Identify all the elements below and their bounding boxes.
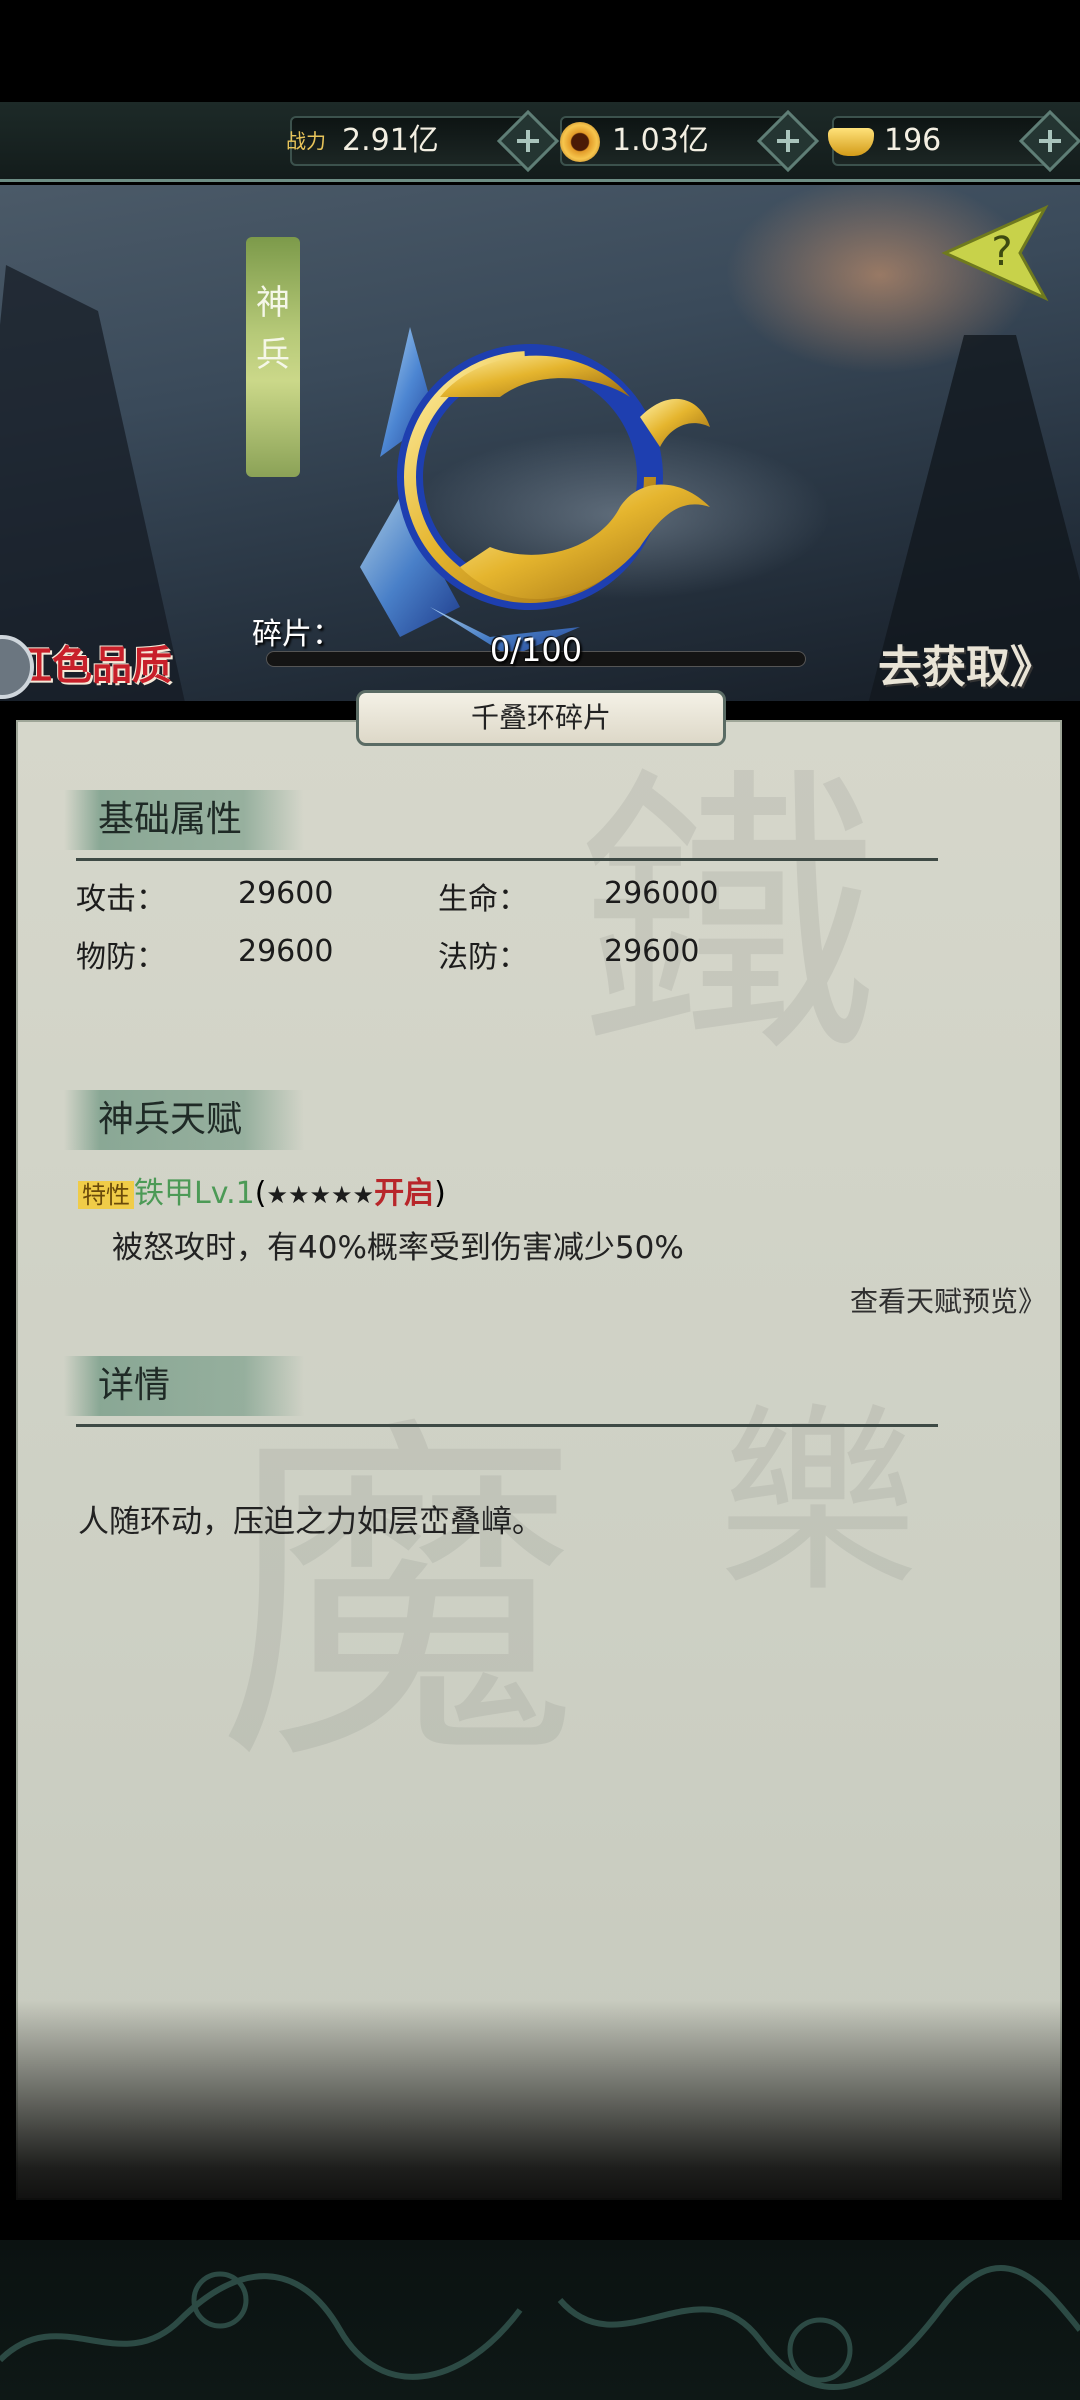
talent-close-paren: ) [434, 1176, 446, 1211]
coins-value: 1.03亿 [612, 123, 709, 158]
talent-open-paren: ( [254, 1176, 267, 1211]
attributes-divider [76, 858, 938, 861]
coins-plus-button[interactable] [756, 109, 820, 173]
fragment-progress-text: 0/100 [489, 631, 583, 669]
ingots-value: 196 [884, 123, 942, 158]
golden-ring-weapon-icon [360, 327, 710, 657]
coin-icon [560, 122, 600, 162]
item-title: 千叠环碎片 [356, 690, 726, 746]
stat-value: 296000 [604, 876, 719, 911]
talent-unlock-label: 开启 [374, 1176, 435, 1211]
stat-label: 攻击： [76, 882, 166, 917]
coins-display: 1.03亿 [560, 109, 820, 173]
stat-value: 29600 [604, 934, 700, 969]
item-detail-panel: 鐵 魔 樂 [16, 720, 1062, 2200]
talent-name: 铁甲Lv.1 [134, 1176, 255, 1211]
talent-description: 被怒攻时，有40%概率受到伤害减少50% [112, 1230, 684, 1266]
talent-title-line: 特性 铁甲Lv.1(★★★★★开启) [78, 1168, 446, 1212]
quality-badge: 红色品质 [0, 633, 220, 699]
gold-ingot-icon [828, 128, 874, 156]
talent-preview-link[interactable]: 查看天赋预览》 [850, 1280, 1046, 1320]
stat-label: 法防： [438, 940, 528, 975]
obtain-button[interactable]: 去获取》 [878, 631, 1054, 695]
item-banner: 神兵 ? 红色品质 碎片： 0/100 去获取》 [0, 185, 1080, 701]
stat-value: 29600 [238, 876, 334, 911]
combat-power-plus-button[interactable] [496, 109, 560, 173]
details-text: 人随环动，压迫之力如层峦叠嶂。 [78, 1504, 543, 1540]
svg-text:鐵: 鐵 [578, 744, 878, 1093]
bottom-shadow [0, 2000, 1080, 2240]
combat-power-value: 2.91亿 [342, 123, 439, 158]
trait-tag: 特性 [78, 1181, 134, 1209]
ingots-display: 196 [828, 109, 1080, 173]
svg-text:樂: 樂 [718, 1387, 918, 1620]
stat-label: 物防： [76, 940, 166, 975]
details-divider [76, 1424, 938, 1427]
stat-label: 生命： [438, 882, 528, 917]
combat-power-display: 战力 2.91亿 [286, 109, 560, 173]
ingots-plus-button[interactable] [1018, 109, 1080, 173]
category-tag: 神兵 [246, 237, 300, 477]
bottom-decoration [0, 2240, 1080, 2400]
details-heading: 详情 [64, 1356, 304, 1416]
svg-text:魔: 魔 [218, 1388, 578, 1807]
help-icon[interactable]: ? [940, 203, 1050, 303]
talent-heading: 神兵天赋 [64, 1090, 304, 1150]
attributes-heading: 基础属性 [64, 790, 304, 850]
calligraphy-watermark: 鐵 魔 樂 [218, 744, 918, 1807]
combat-power-label: 战力 [286, 129, 326, 153]
resource-bar: 战力 2.91亿 1.03亿 196 [0, 102, 1080, 182]
cloud-pattern-icon [0, 2264, 1080, 2391]
svg-text:?: ? [991, 229, 1012, 275]
talent-star-requirement: ★★★★★ [266, 1181, 375, 1209]
stat-value: 29600 [238, 934, 334, 969]
